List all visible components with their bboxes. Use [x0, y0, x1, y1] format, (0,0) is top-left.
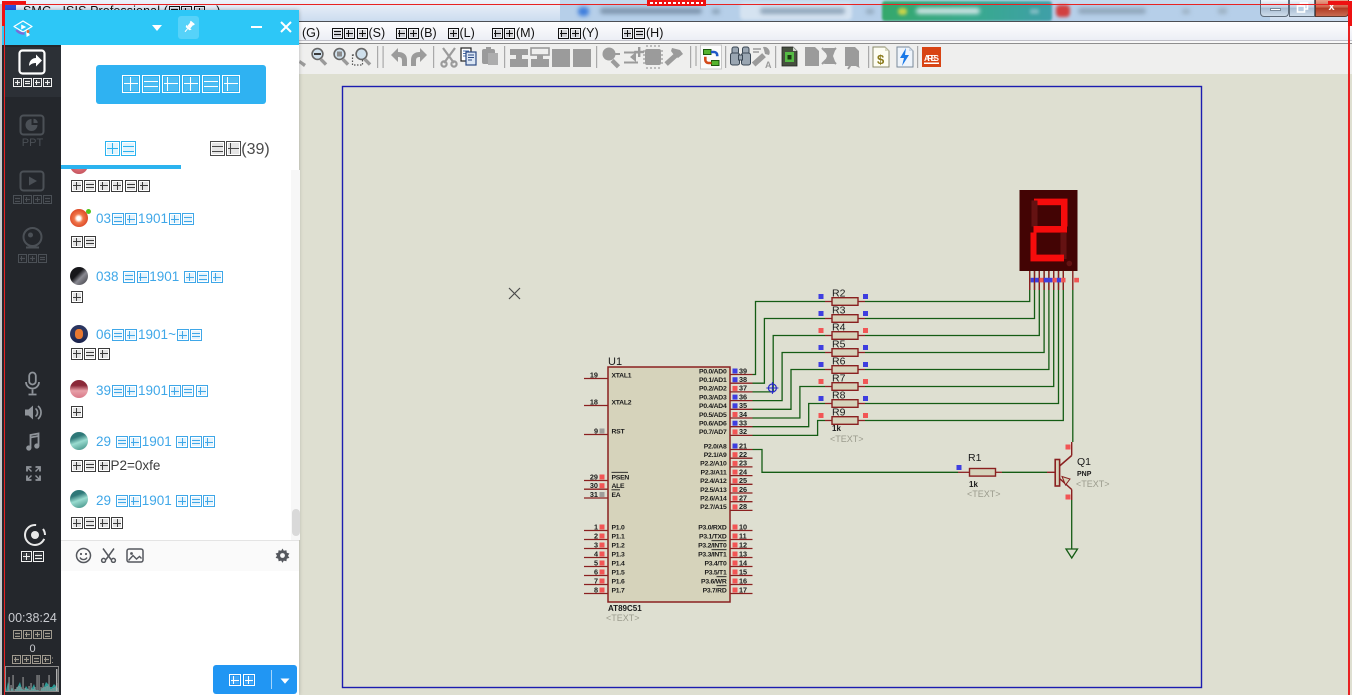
svg-text:A: A: [765, 60, 772, 70]
svg-text:5: 5: [594, 558, 598, 567]
svg-text:P3.3/INT1: P3.3/INT1: [698, 551, 727, 558]
svg-text:P2.7/A15: P2.7/A15: [700, 504, 727, 511]
svg-text:P0.6/AD6: P0.6/AD6: [699, 421, 727, 428]
svg-text:P2.3/A11: P2.3/A11: [701, 469, 727, 476]
svg-text:16: 16: [739, 576, 747, 585]
svg-text:1: 1: [594, 522, 598, 531]
svg-text:12: 12: [739, 540, 747, 549]
svg-text:XTAL1: XTAL1: [612, 372, 632, 379]
svg-text:R9: R9: [832, 407, 846, 419]
svg-text:P2.2/A10: P2.2/A10: [700, 461, 727, 468]
svg-text:26: 26: [739, 485, 747, 494]
svg-text:28: 28: [739, 502, 747, 511]
svg-text:22: 22: [739, 450, 747, 459]
svg-text:RST: RST: [612, 428, 626, 435]
svg-text:31: 31: [590, 490, 598, 499]
svg-text:6: 6: [594, 567, 598, 576]
svg-text:P3.6/WR: P3.6/WR: [701, 578, 727, 585]
svg-text:P2.4/A12: P2.4/A12: [700, 478, 727, 485]
svg-text:AT89C51: AT89C51: [608, 604, 642, 613]
svg-text:EA: EA: [612, 492, 621, 499]
svg-text:PSEN: PSEN: [612, 474, 630, 481]
svg-text:7: 7: [594, 576, 598, 585]
svg-text:R3: R3: [832, 305, 846, 317]
svg-text:P0.4/AD4: P0.4/AD4: [699, 403, 727, 410]
svg-text:11: 11: [739, 531, 747, 540]
svg-text:15: 15: [739, 567, 747, 576]
svg-text:P2.0/A8: P2.0/A8: [704, 443, 727, 450]
svg-text:XTAL2: XTAL2: [612, 399, 632, 406]
svg-text:37: 37: [739, 384, 747, 393]
svg-text:25: 25: [739, 476, 747, 485]
svg-text:$: $: [877, 52, 885, 67]
svg-text:P1.5: P1.5: [612, 569, 625, 576]
svg-text:P3.1/TXD: P3.1/TXD: [699, 533, 727, 540]
svg-text:<TEXT>: <TEXT>: [967, 489, 1001, 499]
svg-text:17: 17: [739, 585, 747, 594]
svg-text:19: 19: [590, 370, 598, 379]
svg-text:P0.1/AD1: P0.1/AD1: [699, 377, 727, 384]
svg-text:1k: 1k: [832, 424, 841, 433]
svg-text:R7: R7: [832, 373, 846, 385]
svg-text:32: 32: [739, 427, 747, 436]
svg-text:P0.7/AD7: P0.7/AD7: [699, 429, 727, 436]
svg-text:23: 23: [739, 459, 747, 468]
svg-text:34: 34: [739, 410, 748, 419]
svg-text:PNP: PNP: [1077, 471, 1092, 478]
svg-text:P1.3: P1.3: [612, 551, 625, 558]
svg-text:ARES: ARES: [924, 54, 940, 63]
svg-text:24: 24: [739, 467, 748, 476]
svg-text:<TEXT>: <TEXT>: [606, 613, 640, 623]
svg-text:9: 9: [594, 426, 598, 435]
svg-text:R1: R1: [968, 452, 982, 464]
svg-text:ALE: ALE: [612, 483, 626, 490]
svg-text:P3.0/RXD: P3.0/RXD: [698, 524, 727, 531]
svg-text:30: 30: [590, 481, 598, 490]
svg-text:P1.1: P1.1: [612, 533, 625, 540]
svg-text:13: 13: [739, 549, 747, 558]
svg-text:Q1: Q1: [1077, 456, 1091, 468]
svg-text:P3.2/INT0: P3.2/INT0: [698, 542, 727, 549]
svg-text:29: 29: [590, 472, 598, 481]
svg-text:39: 39: [739, 366, 747, 375]
svg-text:21: 21: [739, 441, 747, 450]
svg-text:<TEXT>: <TEXT>: [1076, 479, 1110, 489]
svg-text:P3.5/T1: P3.5/T1: [704, 569, 727, 576]
svg-text:3: 3: [594, 540, 598, 549]
svg-text:P0.3/AD3: P0.3/AD3: [699, 394, 727, 401]
svg-text:P1.0: P1.0: [612, 524, 625, 531]
svg-text:R4: R4: [832, 322, 846, 334]
svg-text:27: 27: [739, 494, 747, 503]
svg-text:8: 8: [594, 585, 598, 594]
svg-text:P1.2: P1.2: [612, 542, 625, 549]
svg-text:R6: R6: [832, 356, 846, 368]
svg-text:P0.0/AD0: P0.0/AD0: [699, 368, 727, 375]
svg-text:P3.4/T0: P3.4/T0: [704, 560, 727, 567]
svg-text:P1.7: P1.7: [612, 587, 625, 594]
svg-text:10: 10: [739, 522, 747, 531]
svg-text:<TEXT>: <TEXT>: [830, 434, 864, 444]
svg-text:U1: U1: [608, 356, 622, 368]
svg-text:P2.6/A14: P2.6/A14: [700, 496, 727, 503]
svg-text:P2.1/A9: P2.1/A9: [704, 452, 727, 459]
svg-text:P2.5/A13: P2.5/A13: [700, 487, 727, 494]
svg-text:P0.5/AD5: P0.5/AD5: [699, 412, 727, 419]
svg-text:33: 33: [739, 419, 747, 428]
svg-text:R2: R2: [832, 288, 846, 300]
svg-text:R8: R8: [832, 390, 846, 402]
svg-text:P1.6: P1.6: [612, 578, 625, 585]
svg-text:36: 36: [739, 392, 747, 401]
svg-text:R5: R5: [832, 339, 846, 351]
svg-text:P1.4: P1.4: [612, 560, 625, 567]
svg-text:P3.7/RD: P3.7/RD: [703, 587, 727, 594]
svg-text:2: 2: [594, 531, 598, 540]
svg-text:14: 14: [739, 558, 748, 567]
svg-text:18: 18: [590, 397, 598, 406]
svg-text:38: 38: [739, 375, 747, 384]
svg-text:35: 35: [739, 401, 747, 410]
svg-text:1k: 1k: [969, 480, 978, 489]
svg-text:P0.2/AD2: P0.2/AD2: [699, 386, 727, 393]
